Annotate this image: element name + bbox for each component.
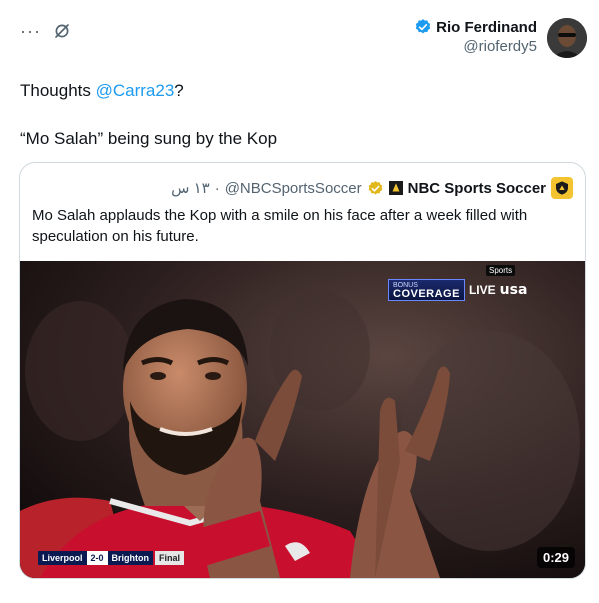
avatar[interactable] <box>547 18 587 58</box>
grok-icon[interactable] <box>53 22 71 40</box>
sports-badge: Sports <box>486 265 516 276</box>
video-player[interactable]: BONUS COVERAGE LIVE usa Sports Liverpool… <box>20 261 585 578</box>
tweet-line-1: Thoughts @Carra23? <box>20 80 277 102</box>
quoted-tweet-text: Mo Salah applauds the Kop with a smile o… <box>32 207 528 245</box>
nbc-logo-icon <box>388 181 403 195</box>
tweet-line-1-suffix: ? <box>174 81 184 100</box>
live-label: LIVE <box>468 283 496 297</box>
gold-verified-badge-icon <box>368 180 382 195</box>
author-name-row: Rio Ferdinand <box>414 18 537 36</box>
avatar-image <box>547 18 587 58</box>
mention-link[interactable]: @Carra23 <box>96 81 175 100</box>
tweet-line-1-prefix: Thoughts <box>20 81 96 100</box>
quoted-tweet-avatar[interactable] <box>551 177 573 199</box>
quoted-tweet-header: ١٣ س · @NBCSportsSoccer NBC Sports Socce… <box>171 177 573 199</box>
quoted-tweet-handle[interactable]: @NBCSportsSoccer <box>225 180 362 197</box>
home-team: Liverpool <box>38 551 87 565</box>
usa-network-logo: usa <box>499 282 528 298</box>
coverage-big: COVERAGE <box>393 288 460 300</box>
away-team: Brighton <box>107 551 154 565</box>
author-text: Rio Ferdinand @rioferdy5 <box>414 18 537 55</box>
author-name[interactable]: Rio Ferdinand <box>436 19 537 36</box>
quoted-tweet-time[interactable]: ١٣ س <box>171 179 210 197</box>
quoted-tweet-name[interactable]: NBC Sports Soccer <box>408 180 546 197</box>
separator: · <box>214 179 220 197</box>
bonus-coverage-badge: BONUS COVERAGE <box>388 279 465 301</box>
quoted-tweet[interactable]: ١٣ س · @NBCSportsSoccer NBC Sports Socce… <box>19 162 586 579</box>
video-thumbnail <box>20 261 585 578</box>
video-duration: 0:29 <box>536 547 575 568</box>
verified-badge-icon <box>415 19 431 34</box>
score-bug: Liverpool 2-0 Brighton Final <box>38 551 185 565</box>
nbc-crest-icon <box>556 181 568 195</box>
tweet-line-2: “Mo Salah” being sung by the Kop <box>20 129 278 148</box>
broadcast-overlay: BONUS COVERAGE LIVE usa <box>388 279 527 301</box>
match-score: 2-0 <box>86 551 108 565</box>
author-handle[interactable]: @rioferdy5 <box>414 38 537 55</box>
match-status: Final <box>155 551 185 565</box>
more-icon[interactable]: ··· <box>20 22 41 40</box>
tweet-author[interactable]: Rio Ferdinand @rioferdy5 <box>414 18 587 58</box>
tweet-actions: ··· <box>20 22 71 40</box>
